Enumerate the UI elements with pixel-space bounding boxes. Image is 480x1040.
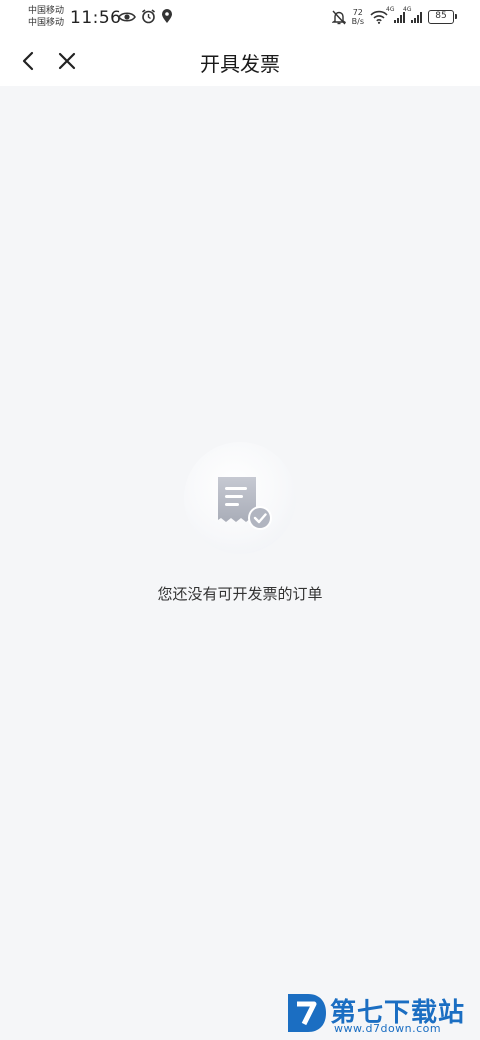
mute-notification-icon xyxy=(331,10,346,24)
battery-indicator: 85 xyxy=(428,10,457,24)
status-time: 11:56 xyxy=(70,8,122,28)
signal-2-label: 4G xyxy=(403,6,412,13)
nav-bar: 开具发票 xyxy=(0,36,480,86)
status-icons-left xyxy=(118,9,173,24)
watermark: 第七下载站 www.d7down.com xyxy=(284,990,474,1036)
carrier-1: 中国移动 xyxy=(28,6,65,16)
network-speed: 72 B/s xyxy=(352,8,364,26)
status-icons-right: 72 B/s 4G 4G 85 xyxy=(331,6,457,26)
page-title: 开具发票 xyxy=(200,52,280,76)
carrier-labels: 中国移动 中国移动 xyxy=(28,5,64,29)
d7-logo-icon xyxy=(288,994,326,1032)
status-bar: 中国移动 中国移动 11:56 72 B/s 4G 4G 85 xyxy=(0,0,480,36)
eye-icon xyxy=(118,11,136,22)
carrier-2: 中国移动 xyxy=(28,18,65,28)
empty-state-message: 您还没有可开发票的订单 xyxy=(157,585,323,603)
signal-icon-2: 4G xyxy=(403,6,422,23)
network-speed-unit: B/s xyxy=(351,17,364,26)
location-icon xyxy=(162,9,172,23)
network-speed-value: 72 xyxy=(352,8,363,17)
invoice-empty-icon xyxy=(218,477,272,530)
watermark-url: www.d7down.com xyxy=(334,1022,442,1035)
signal-1-label: 4G xyxy=(386,6,395,13)
alarm-icon xyxy=(142,9,155,24)
